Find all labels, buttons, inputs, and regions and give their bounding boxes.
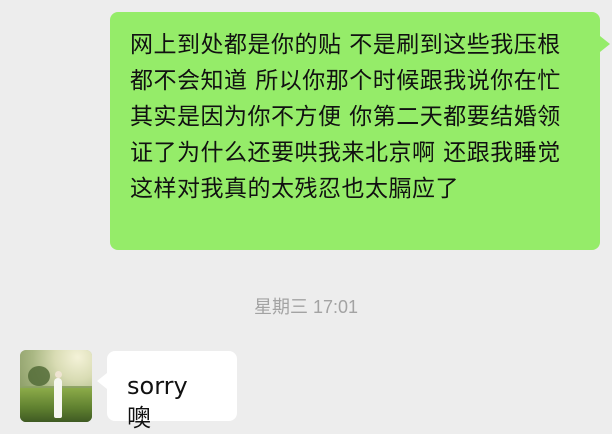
avatar-person bbox=[54, 378, 62, 418]
outgoing-message-bubble[interactable]: 网上到处都是你的贴 不是刷到这些我压根都不会知道 所以你那个时候跟我说你在忙其实… bbox=[110, 12, 610, 250]
incoming-message-bubble[interactable]: sorry 噢 bbox=[97, 351, 237, 432]
outgoing-message-text: 网上到处都是你的贴 不是刷到这些我压根都不会知道 所以你那个时候跟我说你在忙其实… bbox=[130, 32, 577, 202]
avatar-person-head bbox=[55, 371, 62, 378]
avatar-tree bbox=[28, 366, 50, 386]
incoming-message-text: sorry 噢 bbox=[127, 372, 188, 432]
avatar[interactable] bbox=[20, 350, 92, 422]
message-timestamp: 星期三 17:01 bbox=[253, 297, 359, 317]
chat-window: 网上到处都是你的贴 不是刷到这些我压根都不会知道 所以你那个时候跟我说你在忙其实… bbox=[0, 0, 612, 432]
